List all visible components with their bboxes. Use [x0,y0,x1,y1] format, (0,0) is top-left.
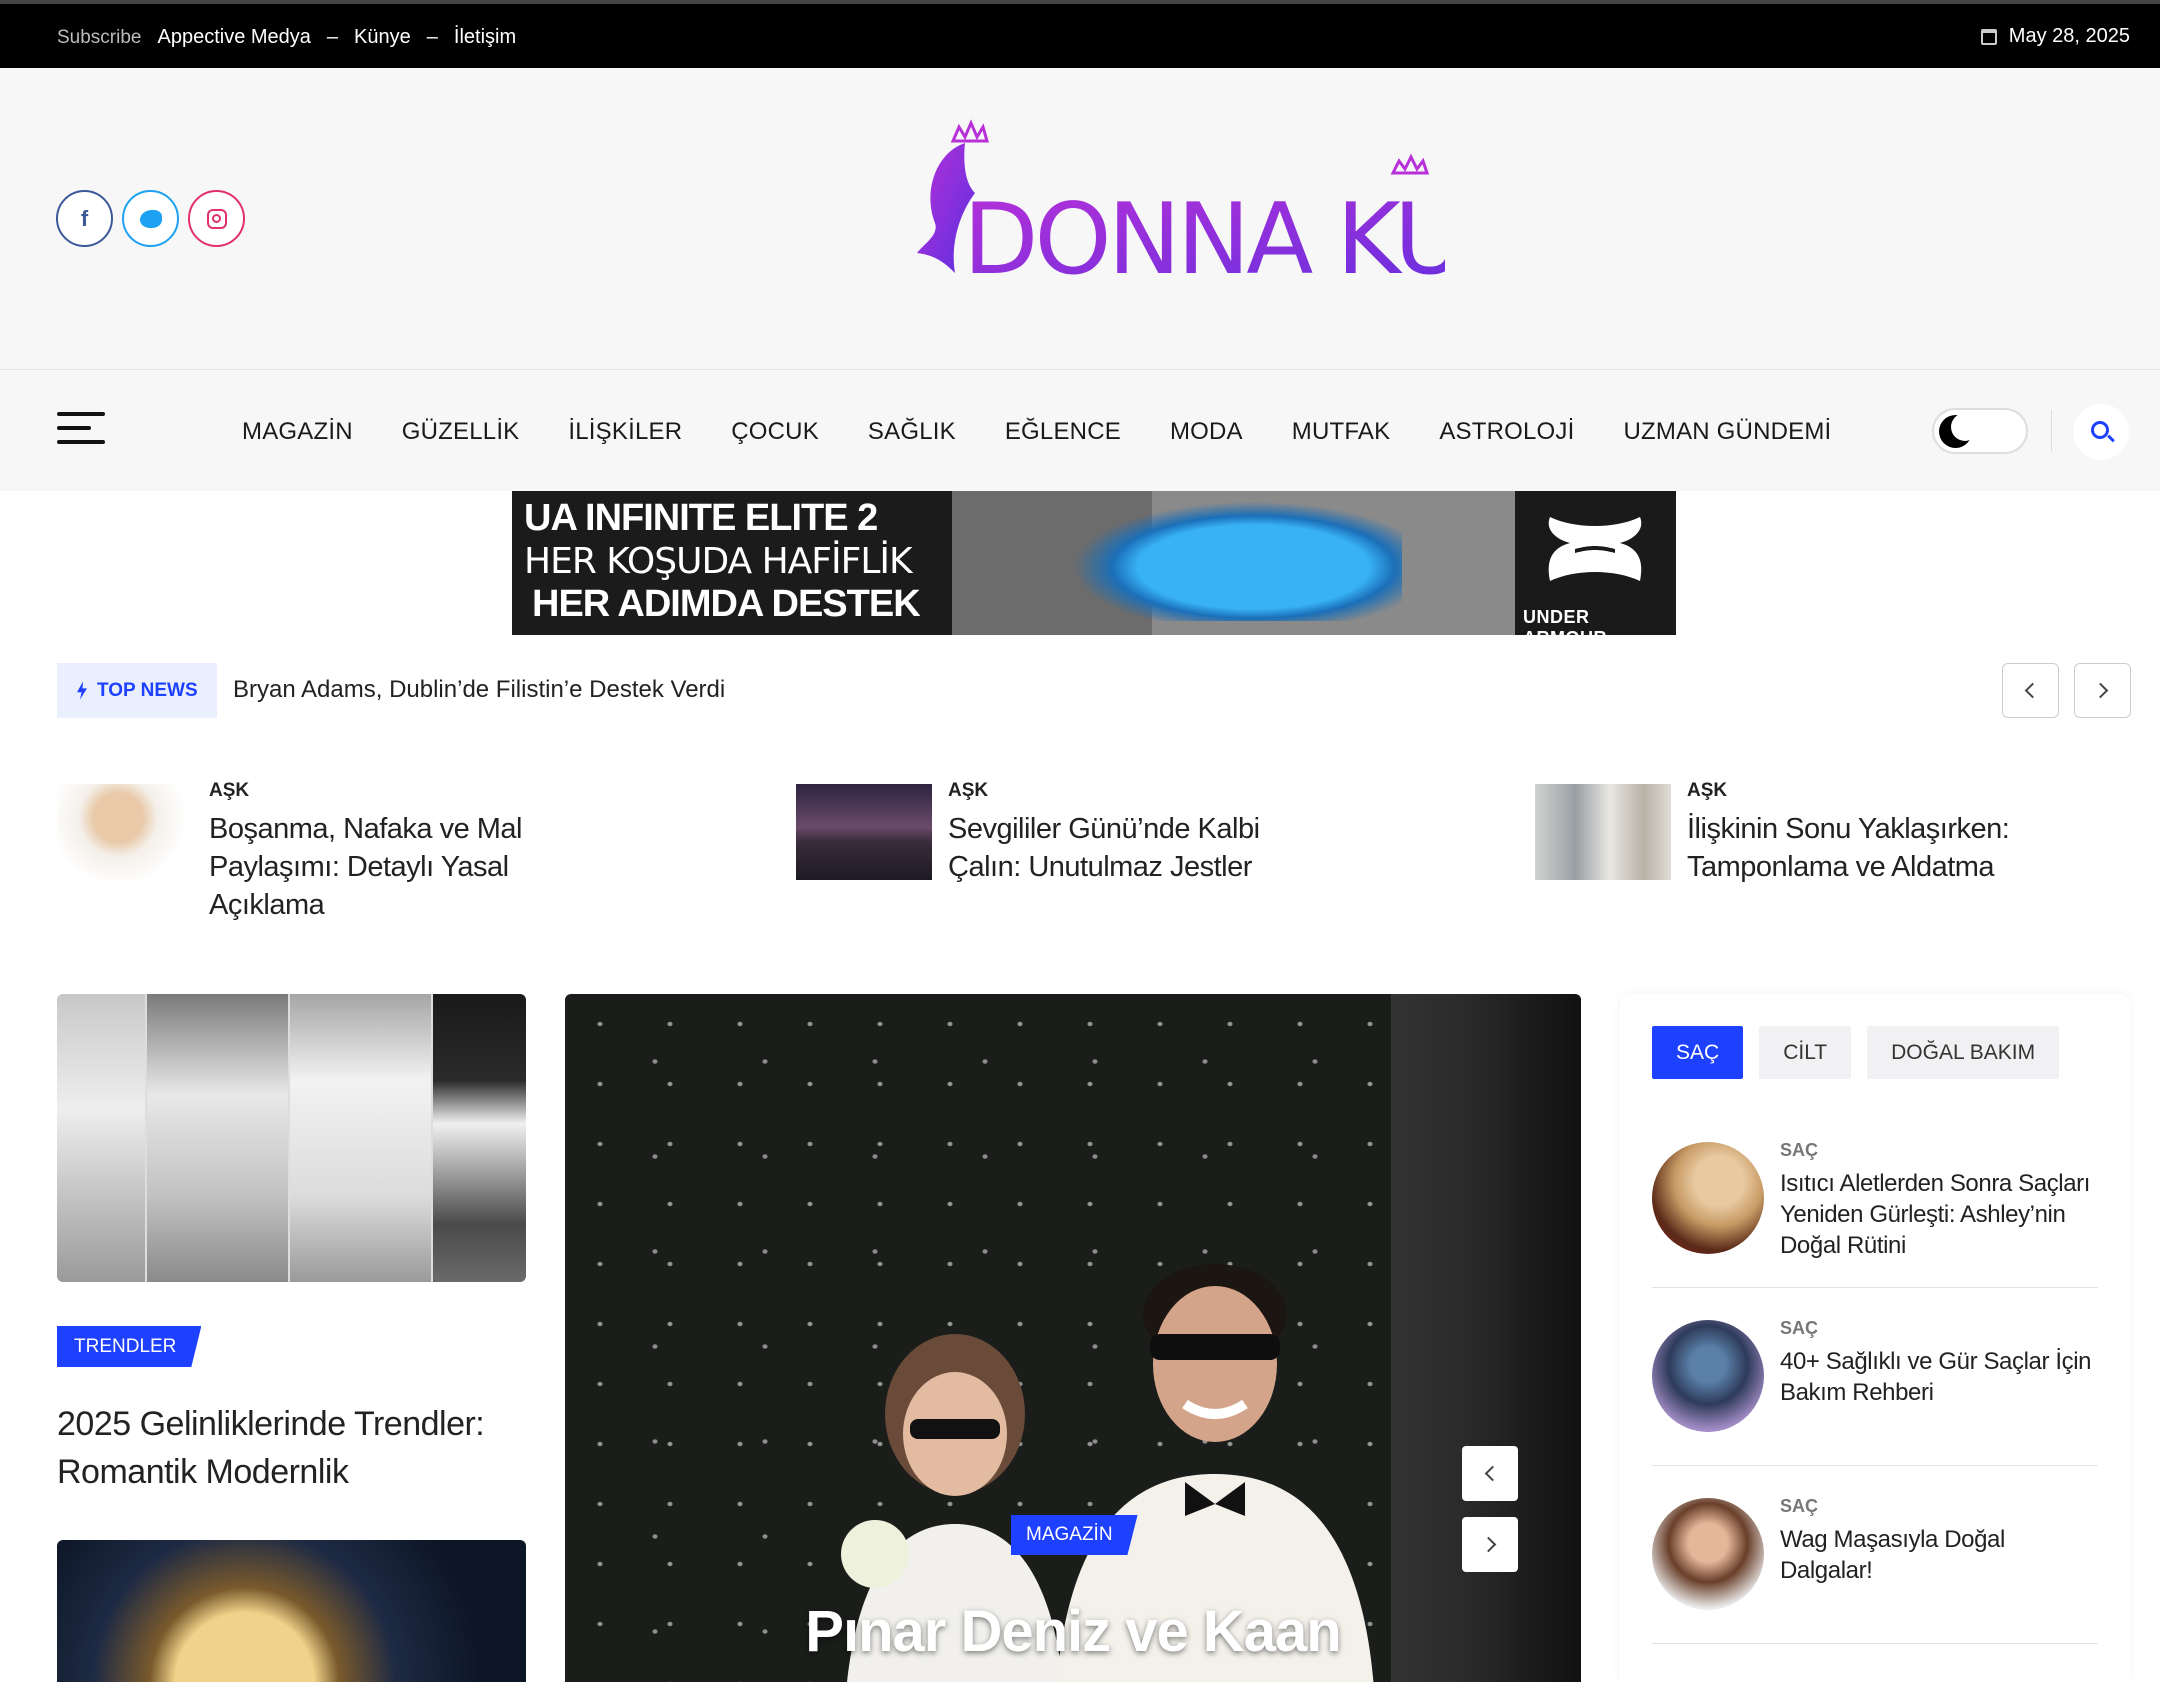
under-armour-logo-icon [1548,517,1642,581]
left-story-tag[interactable]: TRENDLER [57,1326,202,1367]
sidebar-post-category[interactable]: SAÇ [1780,1140,1818,1161]
current-date: May 28, 2025 [2008,25,2130,47]
left-story-image[interactable] [57,994,526,1282]
featured-thumbnail[interactable] [1535,784,1671,880]
nav-item-guzellik[interactable]: GÜZELLİK [402,418,520,446]
sidebar-post[interactable]: SAÇ Wag Maşasıyla Doğal Dalgalar! [1652,1466,2098,1644]
sidebar-post-thumbnail[interactable] [1652,1142,1764,1254]
facebook-icon[interactable]: f [56,190,113,247]
separator: – [426,26,438,48]
nav-menu: MAGAZİN GÜZELLİK İLİŞKİLER ÇOCUK SAĞLIK … [242,418,1880,446]
nav-item-iliskiler[interactable]: İLİŞKİLER [568,418,682,446]
logo-text: DONNA KULİS [963,183,1445,297]
hero-tag[interactable]: MAGAZİN [1011,1515,1138,1555]
nav-item-uzman-gundemi[interactable]: UZMAN GÜNDEMİ [1623,418,1831,446]
nav-item-astroloji[interactable]: ASTROLOJİ [1439,418,1574,446]
hero-slider[interactable] [565,994,1581,1682]
nav-item-saglik[interactable]: SAĞLIK [868,418,956,446]
sidebar-post-title[interactable]: Isıtıcı Aletlerden Sonra Saçları Yeniden… [1780,1168,2100,1261]
featured-title[interactable]: Boşanma, Nafaka ve Mal Paylaşımı: Detayl… [209,810,569,924]
featured-post[interactable]: AŞK Boşanma, Nafaka ve Mal Paylaşımı: De… [57,780,557,940]
nav-item-magazin[interactable]: MAGAZİN [242,418,353,446]
sidebar-post-title[interactable]: 40+ Sağlıklı ve Gür Saçlar İçin Bakım Re… [1780,1346,2100,1408]
ad-banner[interactable]: UA INFINITE ELITE 2 HER KOŞUDA HAFİFLİK … [512,491,1676,635]
top-news-badge: TOP NEWS [57,663,217,718]
bolt-icon [77,681,87,700]
nav-item-eglence[interactable]: EĞLENCE [1005,418,1121,446]
nav-item-cocuk[interactable]: ÇOCUK [731,418,819,446]
featured-category[interactable]: AŞK [209,780,249,802]
tab-dogal-bakim[interactable]: DOĞAL BAKIM [1867,1026,2060,1079]
chevron-left-icon [2024,682,2041,699]
ad-shoe-image [1072,501,1402,621]
top-link-appective[interactable]: Appective Medya [158,26,311,49]
subscribe-link[interactable]: Subscribe [57,27,142,49]
calendar-icon [1980,28,1997,45]
date-display: May 28, 2025 [1980,25,2130,48]
separator: – [326,26,339,48]
top-link-iletisim[interactable]: İletişim [454,26,516,49]
sidebar-post-thumbnail[interactable] [1652,1498,1764,1610]
nav-item-mutfak[interactable]: MUTFAK [1292,418,1391,446]
main-nav: MAGAZİN GÜZELLİK İLİŞKİLER ÇOCUK SAĞLIK … [0,370,2160,491]
hero-title[interactable]: Pınar Deniz ve Kaan [565,1598,1581,1665]
dark-mode-toggle[interactable] [1932,408,2028,454]
ad-line-3: HER ADIMDA DESTEK [524,583,930,626]
social-links: f [56,190,245,247]
hero-next-button[interactable] [1462,1517,1518,1572]
instagram-icon[interactable] [188,190,245,247]
sidebar-post-thumbnail[interactable] [1652,1320,1764,1432]
zodiac-story-image[interactable] [57,1540,526,1682]
sidebar-post-category[interactable]: SAÇ [1780,1496,1818,1517]
moon-icon [1939,413,1979,448]
top-bar: Subscribe Appective Medya – Künye – İlet… [0,0,2160,68]
sidebar-tabs: SAÇ CİLT DOĞAL BAKIM [1652,1026,2060,1079]
chevron-right-icon [2092,682,2109,699]
ad-line-1: UA INFINITE ELITE 2 [524,497,878,539]
sidebar-post[interactable]: SAÇ Isıtıcı Aletlerden Sonra Saçları Yen… [1652,1110,2098,1288]
hero-prev-button[interactable] [1462,1446,1518,1501]
ad-brand-name: UNDER ARMOUR [1523,607,1607,635]
featured-post[interactable]: AŞK İlişkinin Sonu Yaklaşırken: Tamponla… [1535,780,2035,940]
ticker-next-button[interactable] [2074,663,2131,718]
featured-post[interactable]: AŞK Sevgililer Günü’nde Kalbi Çalın: Unu… [796,780,1296,940]
featured-title[interactable]: Sevgililer Günü’nde Kalbi Çalın: Unutulm… [948,810,1308,886]
sidebar-widget: SAÇ CİLT DOĞAL BAKIM SAÇ Isıtıcı Aletler… [1620,994,2130,1682]
twitter-icon[interactable] [122,190,179,247]
menu-icon[interactable] [57,412,105,454]
ad-brand-panel: UNDER ARMOUR [1515,491,1676,635]
featured-category[interactable]: AŞK [948,780,988,802]
featured-thumbnail[interactable] [796,784,932,880]
sidebar-post-category[interactable]: SAÇ [1780,1318,1818,1339]
featured-title[interactable]: İlişkinin Sonu Yaklaşırken: Tamponlama v… [1687,810,2047,886]
top-news-label: TOP NEWS [97,679,198,701]
divider [2051,410,2052,452]
sidebar-post-title[interactable]: Wag Maşasıyla Doğal Dalgalar! [1780,1524,2100,1586]
top-link-kunye[interactable]: Künye [354,26,411,49]
site-header: f DONNA KULİS [0,68,2160,370]
chevron-right-icon [1480,1536,1496,1553]
tab-sac[interactable]: SAÇ [1652,1026,1744,1079]
left-story-title[interactable]: 2025 Gelinliklerinde Trendler: Romantik … [57,1400,527,1496]
featured-category[interactable]: AŞK [1687,780,1727,802]
sidebar-post[interactable]: SAÇ 40+ Sağlıklı ve Gür Saçlar İçin Bakı… [1652,1288,2098,1466]
tab-cilt[interactable]: CİLT [1759,1026,1852,1079]
ticker-prev-button[interactable] [2002,663,2059,718]
ad-line-2: HER KOŞUDA HAFİFLİK [524,541,913,582]
featured-thumbnail[interactable] [57,784,193,880]
ticker-headline[interactable]: Bryan Adams, Dublin’de Filistin’e Destek… [233,676,725,704]
chevron-left-icon [1484,1465,1500,1482]
top-links: Subscribe Appective Medya – Künye – İlet… [57,26,516,49]
nav-item-moda[interactable]: MODA [1170,418,1243,446]
search-button[interactable] [2073,404,2129,460]
site-logo[interactable]: DONNA KULİS [905,113,1445,303]
